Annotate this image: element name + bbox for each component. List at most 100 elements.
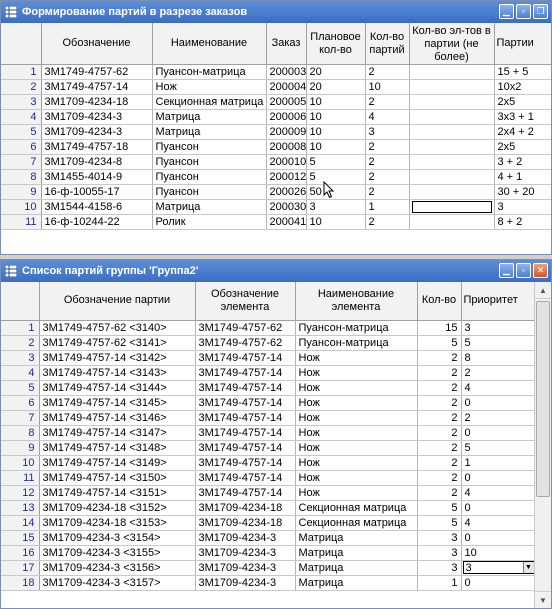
table-row[interactable]: 9 3M1749-4757-14 <3148> 3M1749-4757-14 Нож 2… [1, 440, 534, 456]
cell-batches[interactable]: 4 + 1 [494, 169, 551, 185]
cell-batch-code[interactable]: 3M1749-4757-14 <3150> [39, 470, 196, 486]
cell-batches[interactable]: 2x5 [494, 139, 551, 155]
table-row[interactable]: 5 3M1709-4234-3 Матрица 200009 10 3 2x4 + 2 [1, 124, 551, 140]
cell-batch-count[interactable]: 2 [365, 94, 410, 110]
cell-name[interactable]: Пуансон-матрица [152, 64, 267, 80]
cell-batch-code[interactable]: 3M1749-4757-14 <3147> [39, 425, 196, 441]
cell-element-code[interactable]: 3M1749-4757-14 [195, 395, 296, 411]
column-header-element-code[interactable]: Обозначение элемента [195, 282, 296, 321]
cell-element-name[interactable]: Нож [295, 365, 418, 381]
row-number[interactable]: 17 [1, 560, 40, 576]
cell-name[interactable]: Пуансон [152, 154, 267, 170]
cell-planned-qty[interactable]: 3 [306, 199, 366, 215]
cell-batch-code[interactable]: 3M1709-4234-3 <3157> [39, 575, 196, 591]
cell-quantity[interactable]: 2 [417, 395, 462, 411]
cell-batch-count[interactable]: 2 [365, 214, 410, 230]
cell-batches[interactable]: 8 + 2 [494, 214, 551, 230]
cell-code[interactable]: 3M1749-4757-18 [41, 139, 153, 155]
row-number[interactable]: 3 [1, 94, 42, 110]
chevron-down-icon[interactable]: ▼ [522, 562, 534, 573]
cell-batch-code[interactable]: 3M1749-4757-14 <3145> [39, 395, 196, 411]
cell-planned-qty[interactable]: 5 [306, 169, 366, 185]
cell-quantity[interactable]: 5 [417, 335, 462, 351]
row-number[interactable]: 1 [1, 320, 40, 336]
table-row[interactable]: 4 3M1709-4234-3 Матрица 200006 10 4 3x3 + 1 [1, 109, 551, 125]
cell-priority[interactable]: 4 [461, 485, 534, 501]
cell-name[interactable]: Матрица [152, 199, 267, 215]
cell-max-per-batch[interactable] [409, 139, 495, 155]
cell-code[interactable]: 3M1709-4234-3 [41, 124, 153, 140]
cell-name[interactable]: Пуансон [152, 169, 267, 185]
cell-batch-code[interactable]: 3M1709-4234-3 <3155> [39, 545, 196, 561]
cell-order[interactable]: 200006 [266, 109, 307, 125]
cell-name[interactable]: Пуансон [152, 139, 267, 155]
close-button[interactable]: ✕ [533, 263, 548, 278]
cell-priority[interactable]: 8 [461, 350, 534, 366]
cell-order[interactable]: 200012 [266, 169, 307, 185]
cell-batches[interactable]: 3 [494, 199, 551, 215]
column-header-code[interactable]: Обозначение [41, 23, 153, 65]
cell-name[interactable]: Пуансон [152, 184, 267, 200]
scroll-up-arrow-icon[interactable]: ▲ [535, 282, 551, 299]
cell-element-name[interactable]: Матрица [295, 560, 418, 576]
cell-priority[interactable]: 0 [461, 470, 534, 486]
cell-max-per-batch[interactable] [409, 184, 495, 200]
cell-batch-code[interactable]: 3M1749-4757-14 <3146> [39, 410, 196, 426]
cell-max-per-batch[interactable] [409, 199, 495, 215]
cell-code[interactable]: 3M1749-4757-14 [41, 79, 153, 95]
table-row[interactable]: 1 3M1749-4757-62 <3140> 3M1749-4757-62 Пуан… [1, 320, 534, 336]
cell-code[interactable]: 3M1544-4158-6 [41, 199, 153, 215]
cell-element-code[interactable]: 3M1709-4234-18 [195, 500, 296, 516]
cell-batches[interactable]: 2x4 + 2 [494, 124, 551, 140]
cell-batches[interactable]: 30 + 20 [494, 184, 551, 200]
cell-max-per-batch[interactable] [409, 79, 495, 95]
cell-batch-code[interactable]: 3M1749-4757-14 <3143> [39, 365, 196, 381]
table-row[interactable]: 17 3M1709-4234-3 <3156> 3M1709-4234-3 Матри… [1, 560, 534, 576]
cell-order[interactable]: 200004 [266, 79, 307, 95]
row-number[interactable]: 4 [1, 109, 42, 125]
cell-name[interactable]: Секционная матрица [152, 94, 267, 110]
row-number[interactable]: 4 [1, 365, 40, 381]
table-row[interactable]: 10 3M1544-4158-6 Матрица 200030 3 1 3 [1, 199, 551, 215]
row-number[interactable]: 14 [1, 515, 40, 531]
row-number[interactable]: 1 [1, 64, 42, 80]
cell-element-name[interactable]: Матрица [295, 530, 418, 546]
cell-quantity[interactable]: 3 [417, 545, 462, 561]
cell-priority[interactable]: 5 [461, 440, 534, 456]
cell-planned-qty[interactable]: 20 [306, 64, 366, 80]
row-number[interactable]: 12 [1, 485, 40, 501]
cell-priority[interactable]: 5 [461, 335, 534, 351]
row-number[interactable]: 11 [1, 470, 40, 486]
row-number[interactable]: 3 [1, 350, 40, 366]
cell-element-name[interactable]: Секционная матрица [295, 515, 418, 531]
cell-name[interactable]: Матрица [152, 124, 267, 140]
cell-quantity[interactable]: 2 [417, 455, 462, 471]
table-row[interactable]: 3 3M1749-4757-14 <3142> 3M1749-4757-14 Нож 2… [1, 350, 534, 366]
table-row[interactable]: 9 16-ф-10055-17 Пуансон 200026 50 2 30 + 20 [1, 184, 551, 200]
cell-quantity[interactable]: 5 [417, 515, 462, 531]
table-row[interactable]: 7 3M1709-4234-8 Пуансон 200010 5 2 3 + 2 [1, 154, 551, 170]
table-row[interactable]: 1 3M1749-4757-62 Пуансон-матрица 200003 20 2 1… [1, 64, 551, 80]
cell-quantity[interactable]: 2 [417, 380, 462, 396]
cell-quantity[interactable]: 2 [417, 470, 462, 486]
column-header-name[interactable]: Наименование [152, 23, 267, 65]
cell-element-name[interactable]: Пуансон-матрица [295, 320, 418, 336]
cell-priority[interactable]: 4 [461, 515, 534, 531]
cell-order[interactable]: 200030 [266, 199, 307, 215]
cell-element-name[interactable]: Нож [295, 440, 418, 456]
cell-batch-count[interactable]: 2 [365, 184, 410, 200]
cell-code[interactable]: 16-ф-10244-22 [41, 214, 153, 230]
cell-quantity[interactable]: 3 [417, 560, 462, 576]
scroll-down-arrow-icon[interactable]: ▼ [535, 591, 551, 608]
cell-planned-qty[interactable]: 10 [306, 139, 366, 155]
cell-order[interactable]: 200008 [266, 139, 307, 155]
row-number[interactable]: 7 [1, 154, 42, 170]
cell-element-code[interactable]: 3M1749-4757-14 [195, 425, 296, 441]
row-number[interactable]: 8 [1, 169, 42, 185]
row-number[interactable]: 6 [1, 139, 42, 155]
cell-batch-code[interactable]: 3M1709-4234-3 <3156> [39, 560, 196, 576]
cell-planned-qty[interactable]: 10 [306, 214, 366, 230]
cell-element-code[interactable]: 3M1749-4757-14 [195, 365, 296, 381]
cell-batches[interactable]: 15 + 5 [494, 64, 551, 80]
row-number[interactable]: 10 [1, 199, 42, 215]
